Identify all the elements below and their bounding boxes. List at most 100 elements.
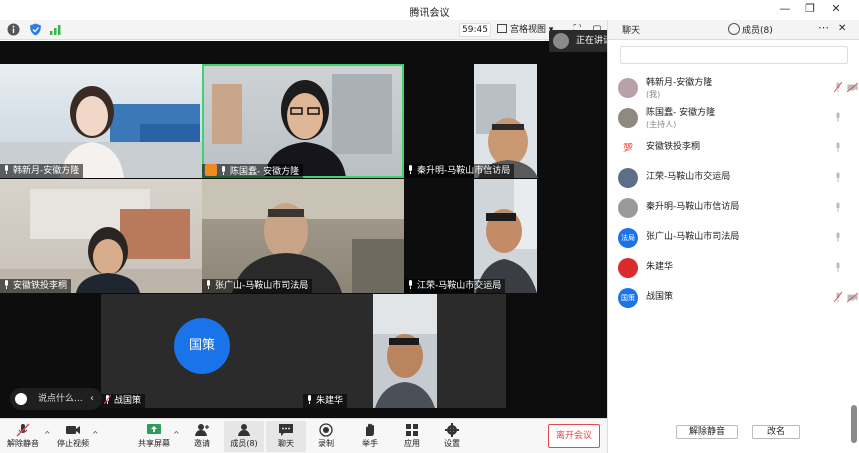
mic-icon[interactable] xyxy=(834,112,842,123)
participant-video xyxy=(202,179,404,293)
members-button[interactable]: 成员(8) xyxy=(224,421,264,452)
share-screen-icon xyxy=(147,424,161,434)
chevron-left-icon[interactable]: ‹ xyxy=(90,388,94,410)
meeting-info-bar: 59:45 宫格视图 ▾ ⛶ ▢ xyxy=(0,20,608,40)
tab-chat[interactable]: 聊天 xyxy=(622,23,640,36)
unmute-all-button[interactable]: 解除静音 xyxy=(676,425,738,439)
mic-icon xyxy=(308,395,311,404)
avatar xyxy=(618,258,638,278)
participant-label: 张广山-马鞍山市司法局 xyxy=(202,279,313,293)
chat-icon xyxy=(279,424,293,436)
close-panel-icon[interactable]: ✕ xyxy=(838,23,846,34)
avatar xyxy=(618,78,638,98)
mic-icon xyxy=(409,165,412,174)
mic-icon[interactable] xyxy=(834,232,842,243)
record-button[interactable]: 录制 xyxy=(306,421,346,452)
chevron-up-icon[interactable]: ^ xyxy=(92,430,99,439)
video-tile-avatar[interactable]: 国策 战国策 xyxy=(101,294,303,408)
member-row[interactable]: 陈国蠢- 安徽方隆 (主持人) xyxy=(618,108,850,129)
video-grid: 韩新月-安徽方隆 陈国蠢- 安徽方隆 秦升明-马鞍山市信访局 安徽铁投李桐 张广… xyxy=(0,41,607,418)
member-search-input[interactable] xyxy=(620,46,848,64)
participant-video xyxy=(373,294,437,408)
settings-button[interactable]: 设置 xyxy=(432,421,472,452)
mic-icon xyxy=(222,166,225,175)
hand-icon xyxy=(366,423,374,436)
quick-chat-input[interactable]: 说点什么... xyxy=(38,388,83,410)
signal-icon[interactable] xyxy=(49,23,62,36)
participant-avatar: 国策 xyxy=(174,318,230,374)
speaker-avatar xyxy=(553,33,569,49)
camera-off-icon[interactable] xyxy=(847,83,858,92)
chat-button[interactable]: 聊天 xyxy=(266,421,306,452)
mic-icon[interactable] xyxy=(834,142,842,153)
title-bar: 腾讯会议 — ❐ ✕ xyxy=(0,0,859,20)
more-icon[interactable]: ⋯ xyxy=(818,21,829,34)
participant-video xyxy=(212,74,392,178)
avatar xyxy=(618,168,638,188)
member-row[interactable]: 韩新月-安徽方隆 (我) xyxy=(618,78,858,99)
leave-meeting-button[interactable]: 离开会议 xyxy=(548,424,600,448)
camera-icon xyxy=(66,426,80,434)
panel-tabs: 聊天 成员(8) ⋯ ✕ xyxy=(608,20,859,40)
chevron-up-icon[interactable]: ^ xyxy=(44,430,51,439)
mic-muted-icon[interactable] xyxy=(834,292,842,303)
avatar: 法局 xyxy=(618,228,638,248)
video-tile-active-speaker[interactable]: 陈国蠢- 安徽方隆 xyxy=(202,64,404,178)
video-tile[interactable]: 韩新月-安徽方隆 xyxy=(0,64,202,178)
invite-icon xyxy=(195,424,209,436)
participant-label: 江荣-马鞍山市交运局 xyxy=(404,279,506,293)
participant-video xyxy=(474,179,537,293)
member-row[interactable]: 江荣-马鞍山市交运局 xyxy=(618,168,850,188)
mic-muted-icon xyxy=(16,423,30,437)
avatar: 💯 xyxy=(618,138,638,158)
scrollbar[interactable] xyxy=(851,405,857,443)
meeting-window: 腾讯会议 — ❐ ✕ 59:45 宫格视图 ▾ ⛶ ▢ 韩新月-安徽方隆 陈国蠢… xyxy=(0,0,859,453)
mic-icon xyxy=(207,280,210,289)
chevron-up-icon[interactable]: ^ xyxy=(173,430,180,439)
member-row[interactable]: 朱建华 xyxy=(618,258,850,278)
apps-button[interactable]: 应用 xyxy=(392,421,432,452)
close-icon[interactable]: ✕ xyxy=(829,2,843,16)
window-title: 腾讯会议 xyxy=(409,8,450,19)
share-screen-button[interactable]: 共享屏幕 xyxy=(134,421,174,452)
mic-icon xyxy=(409,280,412,289)
members-panel: 聊天 成员(8) ⋯ ✕ 韩新月-安徽方隆 (我) 陈国蠢- 安徽方隆 (主持人… xyxy=(607,20,859,453)
members-icon xyxy=(238,424,250,436)
participant-label: 安徽铁投李桐 xyxy=(0,279,72,293)
video-tile[interactable]: 安徽铁投李桐 xyxy=(0,179,202,293)
member-row[interactable]: 秦升明-马鞍山市信访局 xyxy=(618,198,850,218)
mic-icon[interactable] xyxy=(834,202,842,213)
member-row[interactable]: 💯 安徽铁投李桐 xyxy=(618,138,850,158)
raise-hand-button[interactable]: 举手 xyxy=(350,421,390,452)
mic-muted-icon[interactable] xyxy=(834,82,842,93)
video-tile[interactable]: 朱建华 xyxy=(303,294,506,408)
mic-icon[interactable] xyxy=(834,172,842,183)
mic-icon xyxy=(5,165,8,174)
avatar: 国策 xyxy=(618,288,638,308)
emoji-icon[interactable] xyxy=(15,393,27,405)
shield-icon[interactable] xyxy=(29,23,42,36)
invite-button[interactable]: 邀请 xyxy=(182,421,222,452)
mic-muted-icon xyxy=(104,395,111,404)
video-tile[interactable]: 秦升明-马鞍山市信访局 xyxy=(404,64,607,178)
video-tile[interactable]: 张广山-马鞍山市司法局 xyxy=(202,179,404,293)
unmute-button[interactable]: 解除静音 xyxy=(2,421,44,452)
info-icon[interactable] xyxy=(7,23,20,36)
member-row[interactable]: 法局 张广山-马鞍山市司法局 xyxy=(618,228,850,248)
apps-icon xyxy=(406,424,418,436)
rename-button[interactable]: 改名 xyxy=(752,425,800,439)
record-icon xyxy=(319,423,333,437)
video-tile[interactable]: 江荣-马鞍山市交运局 xyxy=(404,179,607,293)
participant-label: 战国策 xyxy=(101,394,146,408)
member-row[interactable]: 国策 战国策 xyxy=(618,288,858,308)
minimize-icon[interactable]: — xyxy=(778,2,792,16)
tab-members[interactable]: 成员(8) xyxy=(742,23,773,36)
stop-video-button[interactable]: 停止视频 xyxy=(52,421,94,452)
meeting-toolbar: 解除静音 ^ 停止视频 ^ 共享屏幕 ^ 邀请 成员(8) 聊天 录制 举手 应… xyxy=(0,418,607,453)
mic-icon[interactable] xyxy=(834,262,842,273)
camera-off-icon[interactable] xyxy=(847,293,858,302)
host-icon xyxy=(205,164,217,176)
quick-chat-bar[interactable]: 说点什么... ‹ xyxy=(10,388,102,410)
restore-icon[interactable]: ❐ xyxy=(803,2,817,16)
avatar xyxy=(618,198,638,218)
